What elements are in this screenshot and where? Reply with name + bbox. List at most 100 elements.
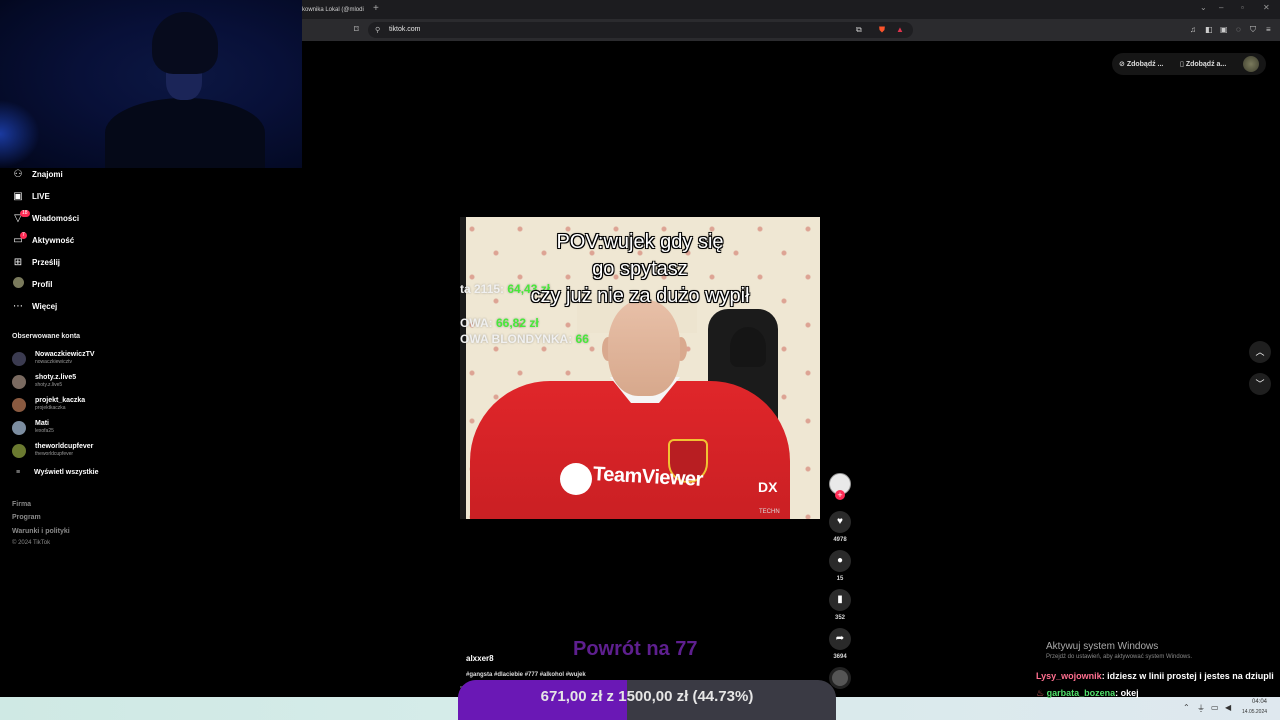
save-count: 352 bbox=[834, 615, 845, 621]
account-avatar bbox=[12, 398, 26, 412]
url-input[interactable] bbox=[368, 22, 913, 38]
like-count: 4978 bbox=[833, 537, 847, 543]
video-dx-text: DX bbox=[758, 479, 778, 495]
chevron-down-icon: ﹀ bbox=[1255, 379, 1265, 389]
video-caption: POV:wujek gdy się go spytasz czy już nie… bbox=[530, 231, 750, 307]
account-name: shoty.z.live5 bbox=[35, 374, 77, 381]
site-info-icon[interactable]: ⚲ bbox=[375, 26, 380, 34]
share-icon: ➦ bbox=[835, 633, 845, 644]
translate-icon[interactable]: ⧉ bbox=[856, 25, 862, 35]
get-app-button[interactable]: ▯ Zdobądź a... bbox=[1180, 60, 1226, 68]
url-text[interactable]: tiktok.com bbox=[389, 26, 421, 33]
webcam-person-hair bbox=[152, 12, 218, 74]
save-button[interactable]: ▮ bbox=[829, 589, 851, 611]
sidebar-toggle-icon[interactable]: ◧ bbox=[1205, 25, 1213, 34]
account-name: NowaczkiewiczTV bbox=[35, 351, 95, 358]
activity-icon: ▭ 7 bbox=[13, 231, 27, 246]
heart-icon: ♥ bbox=[837, 516, 843, 527]
wallet-icon[interactable]: ▣ bbox=[1220, 25, 1228, 34]
nav-friends[interactable]: ⚇ Znajomi bbox=[12, 166, 63, 182]
get-coins-button[interactable]: ⊘ Zdobądź ... bbox=[1119, 60, 1163, 68]
video-head bbox=[608, 300, 680, 396]
chat-badge-icon: ♨ bbox=[1036, 688, 1045, 698]
account-avatar bbox=[12, 421, 26, 435]
video-hashtags[interactable]: #gangsta #dlaciebie #777 #alkohol #wujek bbox=[466, 672, 586, 678]
vpn-icon[interactable]: ◌ bbox=[1236, 25, 1241, 34]
maximize-button[interactable]: ▫ bbox=[1241, 3, 1244, 12]
video-overlay-line-2: OWA: 66,82 zł bbox=[460, 316, 539, 330]
donation-goal-bar: 671,00 zł z 1500,00 zł (44.73%) bbox=[458, 680, 836, 720]
donation-goal-title: Powrót na 77 bbox=[573, 638, 698, 660]
tray-display-icon[interactable]: ▭ bbox=[1211, 703, 1219, 712]
comment-button[interactable]: ● bbox=[829, 550, 851, 572]
webcam-overlay bbox=[0, 0, 302, 168]
user-avatar[interactable] bbox=[1243, 56, 1259, 72]
tray-speaker-icon[interactable]: ◀ bbox=[1225, 703, 1231, 712]
bookmark-icon[interactable]: ⌑ bbox=[354, 24, 359, 35]
donation-goal-text: 671,00 zł z 1500,00 zł (44.73%) bbox=[540, 688, 754, 705]
messages-icon: ▽ 18 bbox=[14, 209, 30, 224]
share-count: 3694 bbox=[833, 654, 847, 660]
nav-activity[interactable]: ▭ 7 Aktywność bbox=[12, 231, 74, 248]
tab-search-button[interactable]: ⌄ bbox=[1200, 3, 1207, 12]
menu-icon[interactable]: ≡ bbox=[1266, 25, 1271, 34]
account-name: Mati bbox=[35, 420, 49, 427]
messages-badge: 18 bbox=[20, 209, 30, 217]
list-icon: ≡ bbox=[15, 469, 21, 476]
footer-link-program[interactable]: Program bbox=[12, 514, 41, 521]
copyright: © 2024 TikTok bbox=[12, 540, 51, 546]
account-handle: theworldcupfever bbox=[35, 451, 74, 457]
nav-live[interactable]: ▣ LIVE bbox=[12, 188, 50, 204]
chat-message: ♨ garbata_bozena: okej bbox=[1036, 688, 1139, 698]
nav-more[interactable]: ⋯ Więcej bbox=[12, 298, 57, 314]
next-video-button[interactable]: ﹀ bbox=[1249, 373, 1271, 395]
webcam-person-body bbox=[105, 98, 265, 168]
profile-icon bbox=[12, 277, 24, 291]
like-button[interactable]: ♥ bbox=[829, 511, 851, 533]
previous-video-button[interactable]: ︿ bbox=[1249, 341, 1271, 363]
video-techno-text: TECHN bbox=[759, 509, 780, 515]
account-handle: projektkaczka bbox=[35, 405, 66, 411]
share-button[interactable]: ➦ bbox=[829, 628, 851, 650]
people-icon: ⚇ bbox=[13, 168, 23, 180]
brave-rewards-icon[interactable]: ▲ bbox=[896, 25, 904, 34]
account-avatar bbox=[12, 352, 26, 366]
webcam-light bbox=[0, 100, 40, 168]
nav-upload[interactable]: ⊞ Prześlij bbox=[12, 254, 60, 270]
video-cap bbox=[730, 327, 766, 367]
video-player[interactable]: TeamViewer DX TECHN ta 2115: 64,43 zł OW… bbox=[460, 217, 820, 519]
chevron-up-icon: ︿ bbox=[1255, 347, 1265, 357]
windows-activation-title: Aktywuj system Windows bbox=[1046, 641, 1159, 652]
coins-icon: ⊘ bbox=[1119, 61, 1125, 68]
live-icon: ▣ bbox=[13, 190, 23, 202]
comment-count: 15 bbox=[836, 576, 844, 582]
follow-plus-icon[interactable]: + bbox=[835, 490, 845, 500]
see-all-button[interactable]: ≡ Wyświetl wszystkie bbox=[12, 469, 99, 476]
windows-activation-subtitle: Przejdź do ustawień, aby aktywować syste… bbox=[1046, 654, 1193, 660]
brave-shield-icon[interactable]: ⛊ bbox=[879, 25, 885, 35]
account-handle: nowaczkiewicztv bbox=[35, 359, 72, 365]
account-name: theworldcupfever bbox=[35, 443, 94, 450]
author-name[interactable]: alxxer8 bbox=[466, 654, 494, 663]
taskbar-date[interactable]: 14.05.2024 bbox=[1242, 709, 1267, 715]
nav-profile[interactable]: Profil bbox=[12, 276, 52, 292]
account-avatar bbox=[12, 444, 26, 458]
footer-link-company[interactable]: Firma bbox=[12, 501, 31, 508]
footer-link-terms[interactable]: Warunki i polityki bbox=[12, 528, 70, 535]
shield-icon[interactable]: ⛉ bbox=[1250, 25, 1256, 35]
more-icon: ⋯ bbox=[13, 300, 23, 312]
minimize-button[interactable]: – bbox=[1219, 3, 1223, 12]
browser-tab-active[interactable]: kownika Lokal (@mlodi bbox=[300, 2, 368, 19]
account-handle: lexofa25 bbox=[35, 428, 54, 434]
nav-messages[interactable]: ▽ 18 Wiadomości bbox=[12, 209, 79, 226]
taskbar-time[interactable]: 04:04 bbox=[1252, 699, 1267, 705]
video-overlay-line-3: OWA BLONDYNKA: 66 bbox=[460, 332, 589, 346]
account-name: projekt_kaczka bbox=[35, 397, 86, 404]
bookmark-icon: ▮ bbox=[837, 594, 843, 605]
new-tab-button[interactable]: + bbox=[373, 2, 379, 16]
comment-icon: ● bbox=[836, 555, 844, 566]
tray-network-icon[interactable]: ⏚ bbox=[1197, 703, 1205, 714]
media-icon[interactable]: ♫ bbox=[1190, 25, 1196, 34]
close-window-button[interactable]: ✕ bbox=[1263, 3, 1270, 12]
tray-chevron-icon[interactable]: ⌃ bbox=[1183, 703, 1190, 712]
